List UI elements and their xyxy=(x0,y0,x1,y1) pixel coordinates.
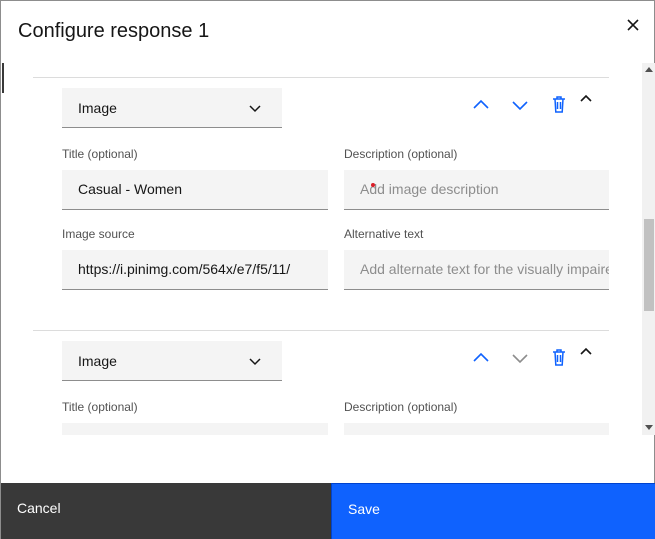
title-input[interactable] xyxy=(62,423,328,435)
image-source-label: Image source xyxy=(62,227,135,241)
response-type-value: Image xyxy=(78,353,117,369)
title-label: Title (optional) xyxy=(62,147,138,161)
move-down-button-disabled[interactable] xyxy=(509,347,531,369)
cancel-label: Cancel xyxy=(17,500,61,516)
response-divider xyxy=(33,330,609,331)
chevron-down-icon xyxy=(249,358,261,366)
scroll-down-arrow-icon[interactable] xyxy=(645,425,653,430)
close-icon xyxy=(627,19,639,31)
response-type-value: Image xyxy=(78,100,117,116)
save-label: Save xyxy=(348,501,380,517)
left-edge-marker xyxy=(2,63,4,93)
scroll-up-arrow-icon[interactable] xyxy=(645,67,653,72)
alt-text-input[interactable]: Add alternate text for the visually impa… xyxy=(344,250,609,290)
alt-text-placeholder: Add alternate text for the visually impa… xyxy=(360,261,609,277)
description-placeholder: Add image description xyxy=(360,181,499,197)
close-button[interactable] xyxy=(621,13,645,37)
trash-icon xyxy=(553,96,565,113)
description-label: Description (optional) xyxy=(344,147,458,161)
collapse-button[interactable] xyxy=(575,341,597,363)
save-button[interactable]: Save xyxy=(331,483,655,539)
title-input-value: Casual - Women xyxy=(78,181,183,197)
image-source-value: https://i.pinimg.com/564x/e7/f5/11/ xyxy=(78,261,291,277)
move-up-button[interactable] xyxy=(470,347,492,369)
chevron-down-icon xyxy=(249,105,261,113)
response-list: Image Title (optional) Description (opti… xyxy=(2,63,654,435)
response-type-select[interactable]: Image xyxy=(62,341,282,381)
cancel-button[interactable]: Cancel xyxy=(1,483,331,539)
scrollbar-thumb[interactable] xyxy=(644,219,654,311)
modal-footer: Cancel Save xyxy=(1,483,655,539)
response-type-select[interactable]: Image xyxy=(62,88,282,128)
delete-response-button[interactable] xyxy=(548,93,570,115)
configure-response-modal: Configure response 1 Image Title (option… xyxy=(0,0,655,539)
title-input[interactable]: Casual - Women xyxy=(62,170,328,210)
image-source-input[interactable]: https://i.pinimg.com/564x/e7/f5/11/ xyxy=(62,250,328,290)
response-divider xyxy=(33,77,609,78)
description-label: Description (optional) xyxy=(344,400,458,414)
move-down-button[interactable] xyxy=(509,94,531,116)
move-up-button[interactable] xyxy=(470,94,492,116)
modal-title: Configure response 1 xyxy=(18,20,210,42)
alt-text-label: Alternative text xyxy=(344,227,424,241)
chevron-up-icon xyxy=(473,99,489,109)
chevron-down-icon xyxy=(512,101,528,111)
scrollbar[interactable] xyxy=(642,63,655,435)
trash-icon xyxy=(553,349,565,366)
collapse-button[interactable] xyxy=(575,88,597,110)
delete-response-button[interactable] xyxy=(548,346,570,368)
title-label: Title (optional) xyxy=(62,400,138,414)
description-input[interactable] xyxy=(344,423,609,435)
chevron-up-icon xyxy=(473,352,489,362)
caret-up-icon xyxy=(580,347,592,355)
chevron-down-icon xyxy=(512,354,528,364)
caret-up-icon xyxy=(580,94,592,102)
description-input[interactable]: Add image description xyxy=(344,170,609,210)
text-cursor xyxy=(371,183,375,187)
